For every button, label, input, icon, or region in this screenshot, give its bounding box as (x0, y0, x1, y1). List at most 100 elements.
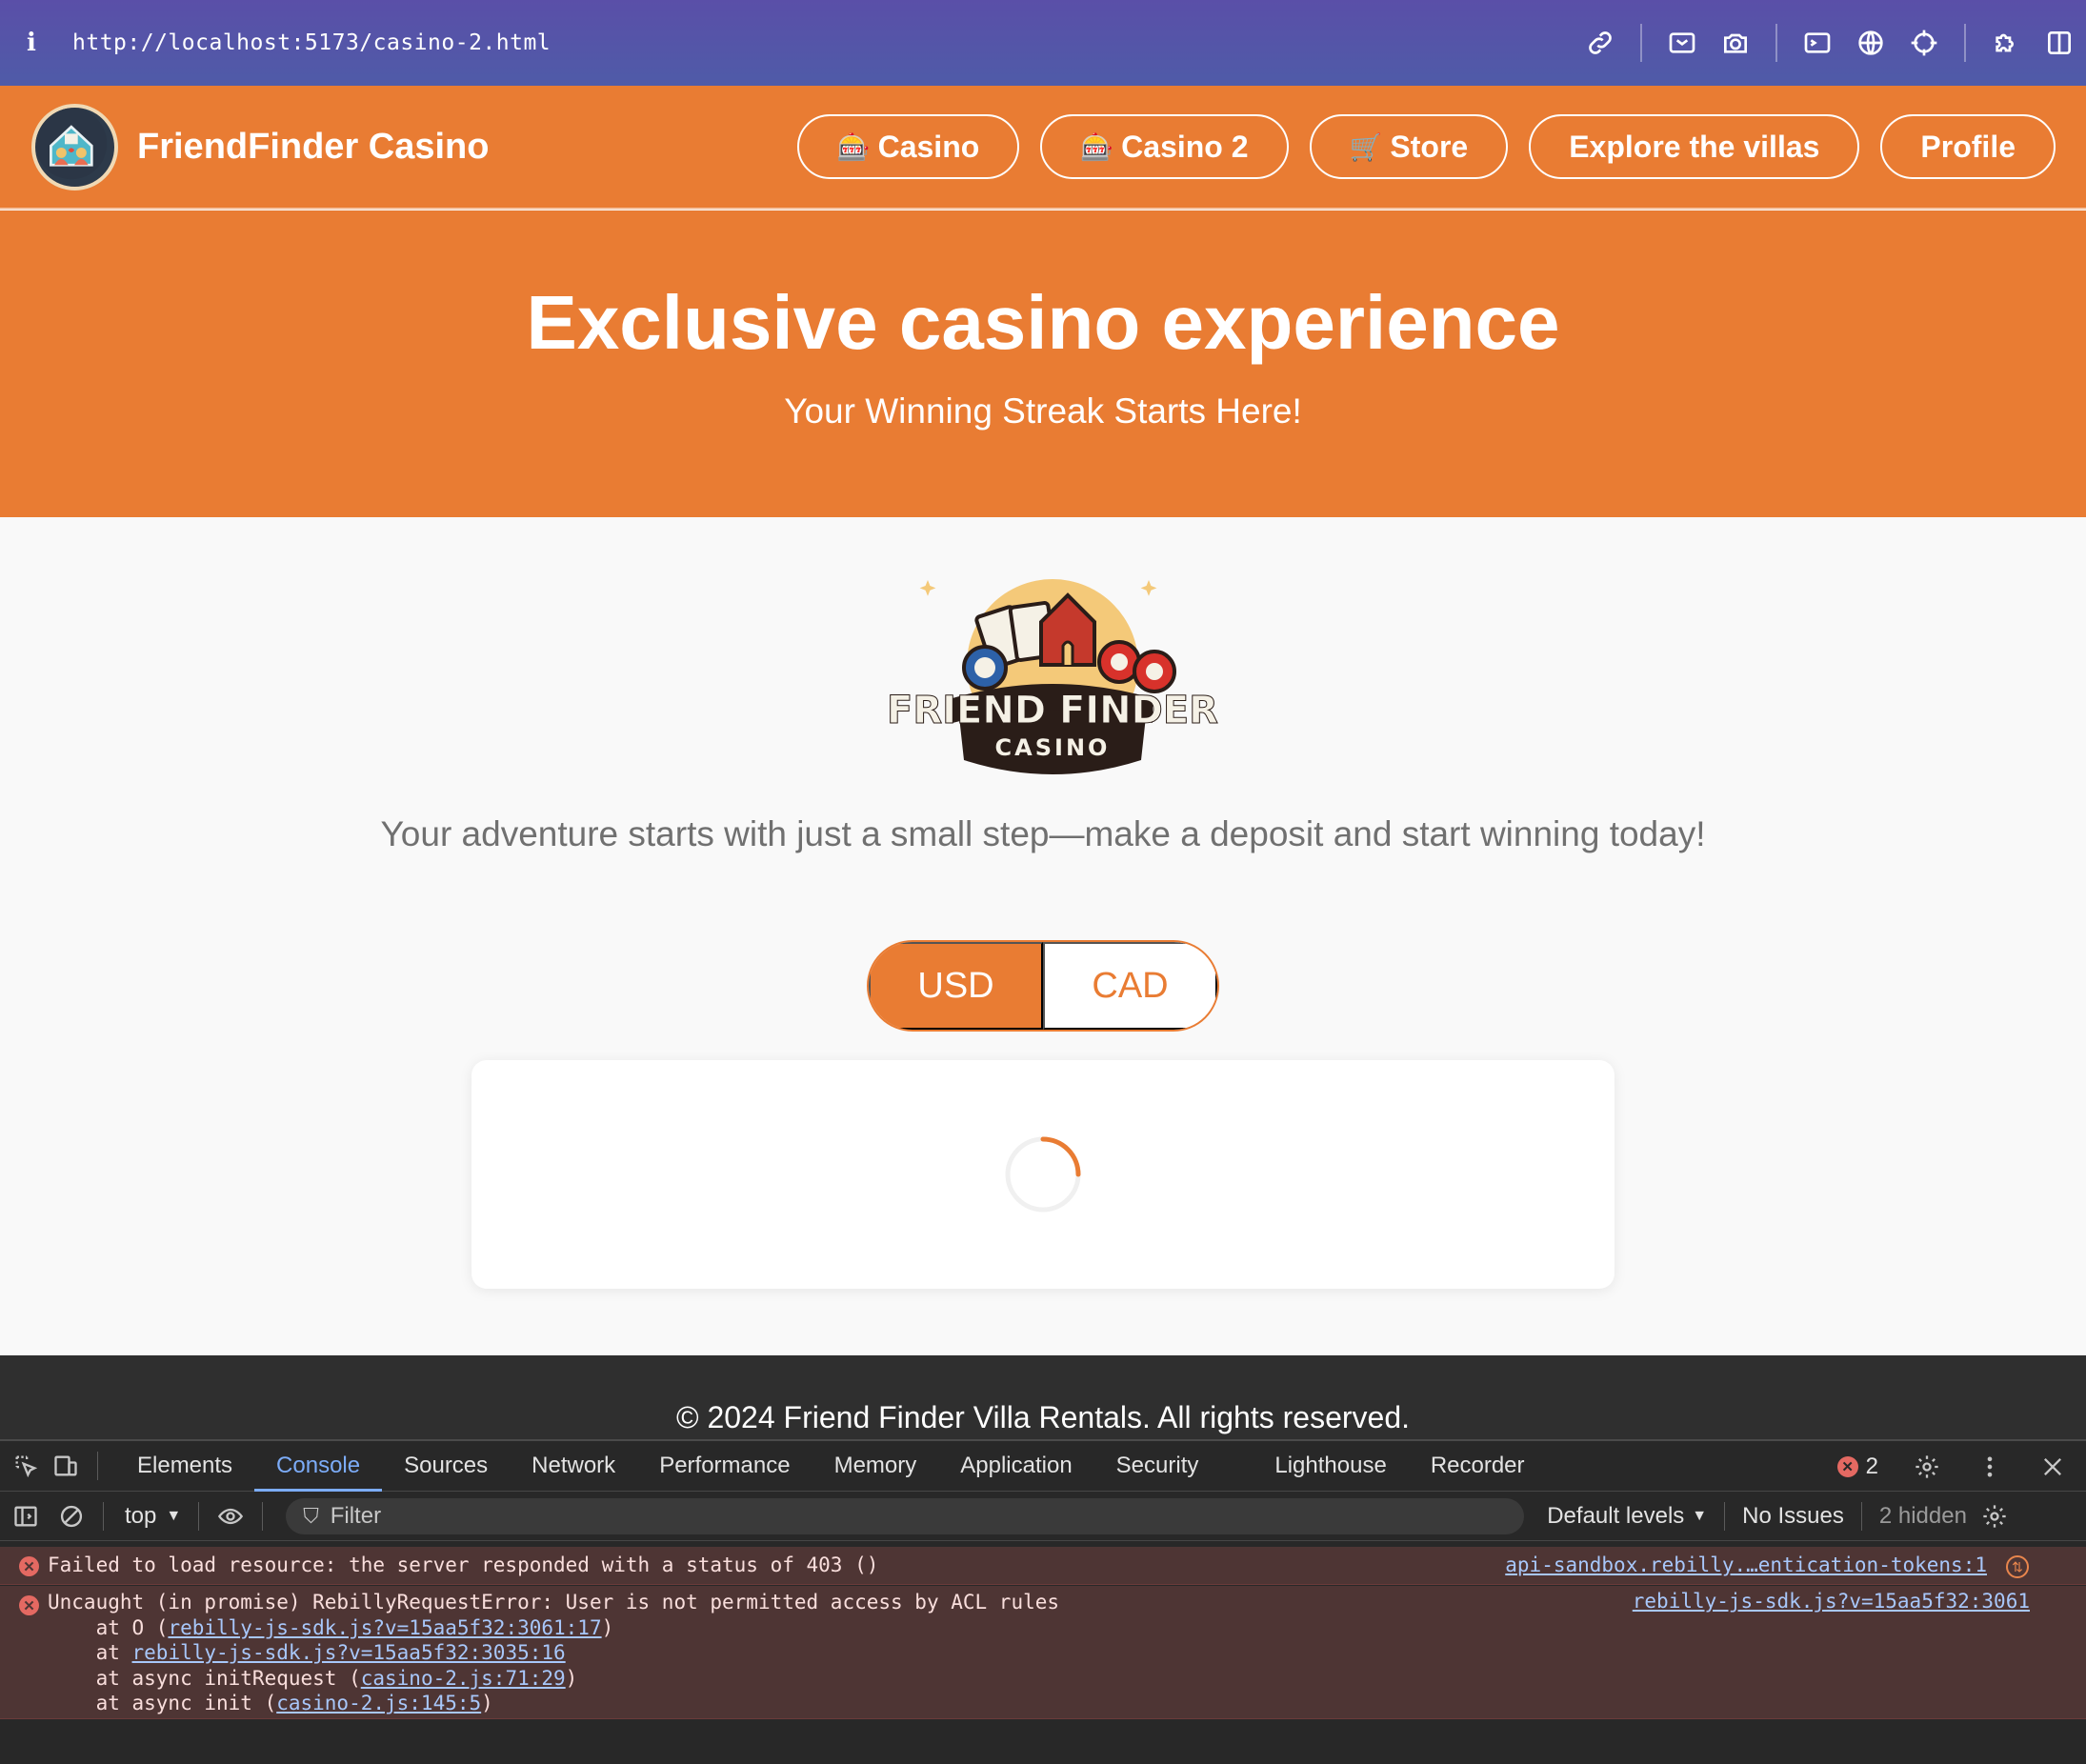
stack-frame-link[interactable]: casino-2.js:71:29 (361, 1667, 566, 1690)
toolbar-divider (103, 1501, 104, 1531)
tab-elements[interactable]: Elements (115, 1441, 254, 1492)
main-nav: 🎰 Casino 🎰 Casino 2 🛒 Store Explore the vil… (796, 114, 2056, 179)
slot-machine-icon: 🎰 (836, 131, 871, 162)
error-count-badge[interactable]: ✕ 2 (1836, 1453, 1878, 1480)
tab-network[interactable]: Network (510, 1441, 637, 1492)
log-levels-dropdown[interactable]: Default levels ▼ (1547, 1503, 1707, 1530)
footer-copyright: © 2024 Friend Finder Villa Rentals. All … (675, 1400, 1410, 1434)
error-count: 2 (1865, 1453, 1878, 1479)
console-filter-input[interactable] (330, 1502, 1474, 1530)
currency-cad-option[interactable]: CAD (1043, 942, 1217, 1030)
toolbar-divider (1964, 24, 1966, 62)
console-toolbar: top ▼ ⛉ Default levels ▼ No Issues 2 hidde… (0, 1492, 2086, 1541)
tab-security[interactable]: Security (1094, 1441, 1221, 1492)
brand-logo[interactable] (31, 103, 118, 190)
nav-casino-button[interactable]: 🎰 Casino (796, 114, 1020, 179)
tab-console[interactable]: Console (254, 1441, 383, 1492)
error-source-link[interactable]: rebilly-js-sdk.js?v=15aa5f32:3061 (1633, 1590, 2030, 1613)
nav-profile-button[interactable]: Profile (1880, 114, 2056, 179)
error-source-link[interactable]: api-sandbox.rebilly.…entication-tokens:1 (1505, 1554, 1987, 1576)
stack-frame: at async init (casino-2.js:145:5) (48, 1692, 493, 1714)
tab-recorder[interactable]: Recorder (1409, 1441, 1547, 1492)
tab-application[interactable]: Application (938, 1441, 1093, 1492)
error-icon: ✕ (19, 1556, 39, 1576)
hidden-messages-count: 2 hidden (1878, 1502, 1967, 1529)
logo-main-text: FRIEND FINDER (887, 689, 1218, 732)
devtools-right-controls: ✕ 2 (1836, 1441, 2067, 1492)
nav-explore-villas-button[interactable]: Explore the villas (1529, 114, 1860, 179)
toolbar-divider (1775, 24, 1777, 62)
settings-gear-icon[interactable] (1913, 1453, 1941, 1481)
loading-spinner-icon (1005, 1136, 1081, 1213)
payment-card (471, 1060, 1615, 1289)
tab-divider (97, 1452, 98, 1480)
close-devtools-icon[interactable] (2038, 1453, 2067, 1481)
inspect-element-icon[interactable] (11, 1452, 40, 1480)
friend-finder-casino-logo: FRIEND FINDER CASINO (876, 565, 1229, 793)
site-footer: © 2024 Friend Finder Villa Rentals. All … (0, 1355, 2086, 1439)
currency-usd-option[interactable]: USD (869, 942, 1043, 1030)
nav-store-button[interactable]: 🛒 Store (1309, 114, 1509, 179)
logo-sub-text: CASINO (995, 734, 1111, 761)
console-error-message: ✕ Uncaught (in promise) RebillyRequestEr… (0, 1586, 2086, 1719)
filter-funnel-icon: ⛉ (303, 1503, 319, 1528)
nav-label: Profile (1920, 129, 2016, 164)
camera-icon[interactable] (1719, 27, 1752, 59)
toolbar-divider (262, 1501, 264, 1531)
nav-label: Explore the villas (1569, 129, 1820, 164)
url-text[interactable]: http://localhost:5173/casino-2.html (72, 30, 551, 55)
crosshair-icon[interactable] (1908, 27, 1940, 59)
dropdown-arrow-icon: ▼ (166, 1507, 182, 1524)
screenshot-area-icon[interactable] (1666, 27, 1698, 59)
nav-label: Store (1390, 129, 1469, 164)
nav-casino-2-button[interactable]: 🎰 Casino 2 (1040, 114, 1289, 179)
toolbar-divider (198, 1501, 200, 1531)
console-sidebar-icon[interactable] (11, 1502, 40, 1531)
issues-counter[interactable]: No Issues (1742, 1503, 1844, 1530)
error-text: Uncaught (in promise) RebillyRequestErro… (48, 1591, 1060, 1614)
tab-sources[interactable]: Sources (382, 1441, 510, 1492)
more-options-icon[interactable] (1976, 1453, 2004, 1481)
live-expression-eye-icon[interactable] (216, 1502, 245, 1531)
toolbar-divider (1724, 1501, 1726, 1531)
shopping-cart-icon: 🛒 (1349, 131, 1383, 162)
link-icon[interactable] (1584, 27, 1616, 59)
stack-frame-link[interactable]: rebilly-js-sdk.js?v=15aa5f32:3035:16 (132, 1641, 566, 1664)
stack-frame: at O (rebilly-js-sdk.js?v=15aa5f32:3061:… (48, 1615, 614, 1639)
site-info-icon[interactable]: i (27, 29, 44, 57)
devtools-panel: Elements Console Sources Network Perform… (0, 1439, 2086, 1764)
console-settings-gear-icon[interactable] (1980, 1502, 2009, 1531)
clear-console-icon[interactable] (57, 1502, 86, 1531)
toolbar-divider (1640, 24, 1642, 62)
console-messages: ✕ Failed to load resource: the server re… (0, 1541, 2086, 1719)
globe-icon[interactable] (1855, 27, 1887, 59)
extensions-puzzle-icon[interactable] (1990, 27, 2022, 59)
terminal-icon[interactable] (1801, 27, 1834, 59)
device-toolbar-icon[interactable] (51, 1452, 80, 1480)
toolbar-divider (1860, 1501, 1862, 1531)
browser-toolbar-icons (1574, 0, 2086, 86)
sidebar-toggle-icon[interactable] (2043, 27, 2076, 59)
error-icon: ✕ (19, 1595, 39, 1615)
stack-frame: at async initRequest (casino-2.js:71:29) (48, 1666, 578, 1690)
error-icon: ✕ (1836, 1455, 1858, 1477)
site-header: FriendFinder Casino 🎰 Casino 🎰 Casino 2 🛒 S… (0, 86, 2086, 210)
context-value: top (125, 1502, 157, 1529)
nav-label: Casino (877, 129, 980, 164)
tagline: Your adventure starts with just a small … (380, 814, 1706, 853)
tab-performance[interactable]: Performance (637, 1441, 812, 1492)
hero-subtitle: Your Winning Streak Starts Here! (784, 391, 1302, 431)
tab-lighthouse[interactable]: Lighthouse (1253, 1441, 1408, 1492)
stack-frame-link[interactable]: rebilly-js-sdk.js?v=15aa5f32:3061:17 (168, 1616, 601, 1639)
main-content: FRIEND FINDER CASINO Your adventure star… (0, 517, 2086, 1355)
network-request-icon[interactable]: ⇅ (2006, 1555, 2029, 1578)
brand-name[interactable]: FriendFinder Casino (137, 127, 489, 168)
slot-machine-icon: 🎰 (1080, 131, 1114, 162)
context-selector[interactable]: top ▼ (125, 1503, 181, 1530)
devtools-tab-bar: Elements Console Sources Network Perform… (0, 1441, 2086, 1492)
currency-toggle: USD CAD (867, 940, 1219, 1032)
stack-frame-link[interactable]: casino-2.js:145:5 (276, 1692, 481, 1714)
console-error-message: ✕ Failed to load resource: the server re… (0, 1547, 2086, 1585)
tab-memory[interactable]: Memory (812, 1441, 939, 1492)
stack-frame: at rebilly-js-sdk.js?v=15aa5f32:3035:16 (48, 1641, 566, 1664)
